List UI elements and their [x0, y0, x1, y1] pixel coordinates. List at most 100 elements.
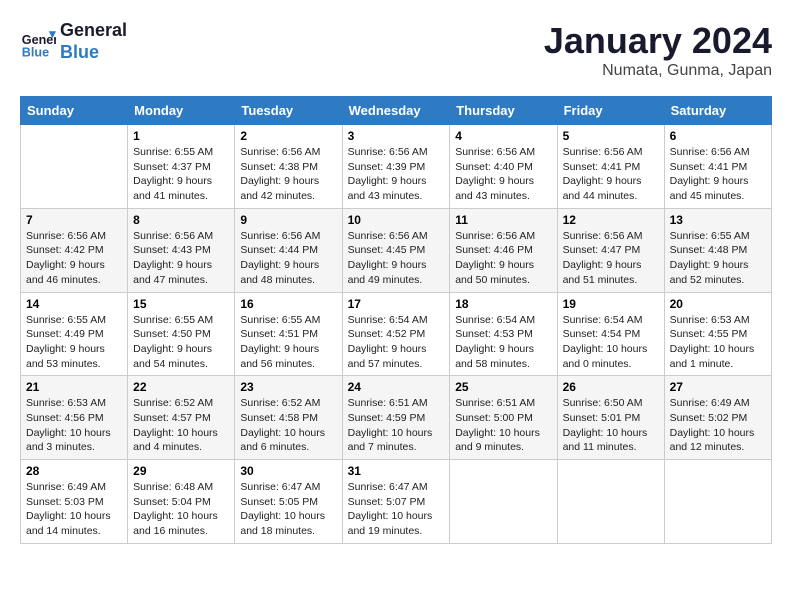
- day-number: 28: [26, 464, 122, 478]
- cell-content-line: Daylight: 10 hours: [670, 342, 766, 357]
- cell-content-line: Sunrise: 6:55 AM: [133, 145, 229, 160]
- day-number: 17: [348, 297, 445, 311]
- day-header-wednesday: Wednesday: [342, 97, 450, 125]
- cell-content-line: Sunset: 4:59 PM: [348, 411, 445, 426]
- cell-content-line: Sunset: 5:05 PM: [240, 495, 336, 510]
- cell-content-line: Daylight: 10 hours: [133, 509, 229, 524]
- cell-content-line: Sunrise: 6:51 AM: [348, 396, 445, 411]
- day-number: 14: [26, 297, 122, 311]
- cell-content-line: Daylight: 10 hours: [348, 426, 445, 441]
- cell-content-line: and 53 minutes.: [26, 357, 122, 372]
- calendar-cell: [557, 460, 664, 544]
- day-number: 3: [348, 129, 445, 143]
- cell-content-line: Sunset: 4:52 PM: [348, 327, 445, 342]
- calendar-cell: 31Sunrise: 6:47 AMSunset: 5:07 PMDayligh…: [342, 460, 450, 544]
- cell-content-line: Sunrise: 6:56 AM: [240, 229, 336, 244]
- day-number: 18: [455, 297, 551, 311]
- day-header-monday: Monday: [128, 97, 235, 125]
- cell-content-line: Sunrise: 6:47 AM: [348, 480, 445, 495]
- cell-content-line: Daylight: 10 hours: [133, 426, 229, 441]
- cell-content-line: Sunrise: 6:48 AM: [133, 480, 229, 495]
- cell-content-line: Sunset: 4:41 PM: [563, 160, 659, 175]
- cell-content-line: Sunrise: 6:56 AM: [670, 145, 766, 160]
- cell-content-line: and 57 minutes.: [348, 357, 445, 372]
- cell-content-line: Sunrise: 6:56 AM: [240, 145, 336, 160]
- cell-content-line: Daylight: 10 hours: [26, 509, 122, 524]
- subtitle: Numata, Gunma, Japan: [544, 62, 772, 80]
- cell-content-line: Sunset: 5:03 PM: [26, 495, 122, 510]
- cell-content-line: Sunrise: 6:55 AM: [133, 313, 229, 328]
- cell-content-line: Daylight: 10 hours: [26, 426, 122, 441]
- cell-content-line: Sunrise: 6:55 AM: [240, 313, 336, 328]
- day-number: 19: [563, 297, 659, 311]
- calendar-cell: 18Sunrise: 6:54 AMSunset: 4:53 PMDayligh…: [450, 292, 557, 376]
- cell-content-line: and 51 minutes.: [563, 273, 659, 288]
- cell-content-line: Daylight: 9 hours: [26, 342, 122, 357]
- cell-content-line: Sunset: 5:01 PM: [563, 411, 659, 426]
- day-header-sunday: Sunday: [21, 97, 128, 125]
- calendar-cell: [664, 460, 771, 544]
- cell-content-line: and 52 minutes.: [670, 273, 766, 288]
- cell-content-line: Sunrise: 6:54 AM: [455, 313, 551, 328]
- cell-content-line: Sunrise: 6:56 AM: [563, 229, 659, 244]
- cell-content-line: Sunset: 4:40 PM: [455, 160, 551, 175]
- cell-content-line: Daylight: 9 hours: [348, 258, 445, 273]
- cell-content-line: and 46 minutes.: [26, 273, 122, 288]
- cell-content-line: Daylight: 10 hours: [240, 426, 336, 441]
- calendar-week-row: 28Sunrise: 6:49 AMSunset: 5:03 PMDayligh…: [21, 460, 772, 544]
- cell-content-line: Daylight: 9 hours: [133, 174, 229, 189]
- calendar-cell: 5Sunrise: 6:56 AMSunset: 4:41 PMDaylight…: [557, 125, 664, 209]
- cell-content-line: Sunset: 4:50 PM: [133, 327, 229, 342]
- cell-content-line: Sunset: 4:46 PM: [455, 243, 551, 258]
- cell-content-line: Sunrise: 6:53 AM: [26, 396, 122, 411]
- cell-content-line: Daylight: 9 hours: [26, 258, 122, 273]
- calendar-cell: 28 Sunrise: 6:49 AMSunset: 5:03 PMDayligh…: [21, 460, 128, 544]
- cell-content-line: and 43 minutes.: [455, 189, 551, 204]
- logo-text-general: General: [60, 20, 127, 42]
- cell-content-line: and 56 minutes.: [240, 357, 336, 372]
- day-number: 8: [133, 213, 229, 227]
- calendar-cell: 9Sunrise: 6:56 AMSunset: 4:44 PMDaylight…: [235, 208, 342, 292]
- cell-content-line: Daylight: 9 hours: [133, 342, 229, 357]
- calendar-week-row: 21Sunrise: 6:53 AMSunset: 4:56 PMDayligh…: [21, 376, 772, 460]
- cell-content-line: Sunset: 4:53 PM: [455, 327, 551, 342]
- day-number: 29: [133, 464, 229, 478]
- main-title: January 2024: [544, 20, 772, 62]
- calendar-week-row: 14Sunrise: 6:55 AMSunset: 4:49 PMDayligh…: [21, 292, 772, 376]
- cell-content-line: and 1 minute.: [670, 357, 766, 372]
- cell-content-line: Sunrise: 6:56 AM: [348, 229, 445, 244]
- day-number: 27: [670, 380, 766, 394]
- cell-content-line: Sunrise: 6:52 AM: [133, 396, 229, 411]
- cell-content-line: and 50 minutes.: [455, 273, 551, 288]
- cell-content-line: Daylight: 9 hours: [455, 174, 551, 189]
- calendar-cell: 13Sunrise: 6:55 AMSunset: 4:48 PMDayligh…: [664, 208, 771, 292]
- cell-content-line: and 11 minutes.: [563, 440, 659, 455]
- cell-content-line: Sunset: 4:54 PM: [563, 327, 659, 342]
- day-number: 24: [348, 380, 445, 394]
- cell-content-line: and 18 minutes.: [240, 524, 336, 539]
- cell-content-line: Daylight: 9 hours: [455, 258, 551, 273]
- calendar-cell: 7Sunrise: 6:56 AMSunset: 4:42 PMDaylight…: [21, 208, 128, 292]
- day-number: 1: [133, 129, 229, 143]
- day-number: 16: [240, 297, 336, 311]
- calendar-cell: 12Sunrise: 6:56 AMSunset: 4:47 PMDayligh…: [557, 208, 664, 292]
- calendar-cell: 26Sunrise: 6:50 AMSunset: 5:01 PMDayligh…: [557, 376, 664, 460]
- cell-content-line: and 45 minutes.: [670, 189, 766, 204]
- cell-content-line: Sunrise: 6:55 AM: [670, 229, 766, 244]
- calendar-cell: [450, 460, 557, 544]
- day-number: 9: [240, 213, 336, 227]
- calendar-cell: 30Sunrise: 6:47 AMSunset: 5:05 PMDayligh…: [235, 460, 342, 544]
- day-number: 5: [563, 129, 659, 143]
- cell-content-line: Sunset: 4:47 PM: [563, 243, 659, 258]
- cell-content-line: Sunrise: 6:49 AM: [26, 480, 122, 495]
- calendar-cell: 27Sunrise: 6:49 AMSunset: 5:02 PMDayligh…: [664, 376, 771, 460]
- logo-icon: General Blue: [20, 24, 56, 60]
- cell-content-line: Sunrise: 6:53 AM: [670, 313, 766, 328]
- calendar-cell: 2Sunrise: 6:56 AMSunset: 4:38 PMDaylight…: [235, 125, 342, 209]
- cell-content-line: Sunset: 4:38 PM: [240, 160, 336, 175]
- day-header-tuesday: Tuesday: [235, 97, 342, 125]
- day-number: 13: [670, 213, 766, 227]
- day-number: 23: [240, 380, 336, 394]
- day-number: 20: [670, 297, 766, 311]
- logo: General Blue General Blue: [20, 20, 127, 63]
